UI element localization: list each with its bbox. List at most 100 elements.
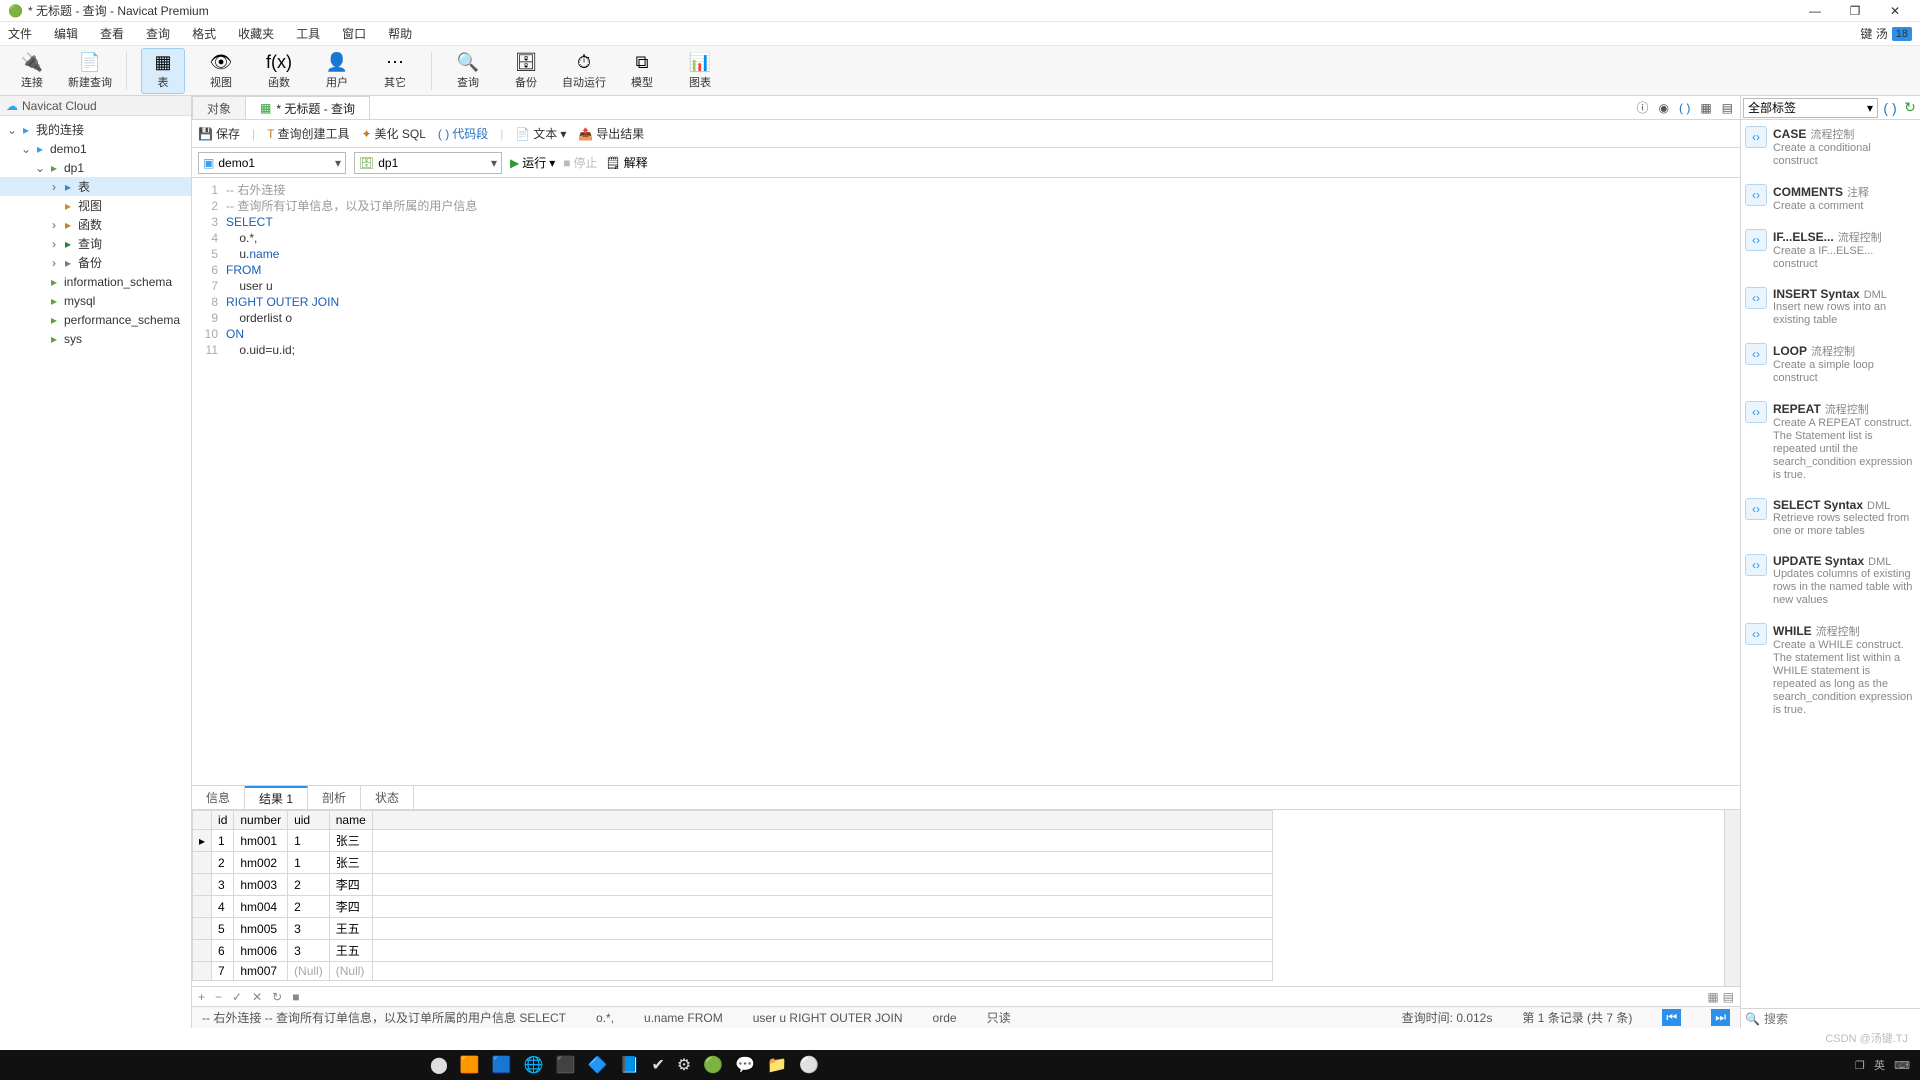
menu-6[interactable]: 工具 [296,25,320,42]
nav-last-icon[interactable]: ⏭ [1711,1009,1730,1026]
tree-我的连接[interactable]: ⌄▸我的连接 [0,120,191,139]
grid-view-icon[interactable]: ▦ [1707,990,1718,1004]
taskbar-app-icon[interactable]: ⬤ [430,1055,448,1075]
tree-sys[interactable]: ▸sys [0,329,191,348]
tree-performance_schema[interactable]: ▸performance_schema [0,310,191,329]
grid-toolbar: + − ✓ ✕ ↻ ■ ▦ ▤ [192,986,1740,1006]
snippet-IF...ELSE...[interactable]: ‹›IF...ELSE...流程控制Create a IF...ELSE... … [1741,223,1920,281]
info-icon[interactable]: ⓘ [1636,99,1648,116]
account-label[interactable]: 键 汤 [1860,25,1887,42]
stop-icon[interactable]: ■ [292,990,299,1004]
stop-button[interactable]: ■ 停止 [563,154,597,171]
tree-information_schema[interactable]: ▸information_schema [0,272,191,291]
snippet-add-icon[interactable]: ( ) [1880,100,1900,116]
nav-first-icon[interactable]: ⏮ [1662,1009,1681,1026]
text-button[interactable]: 📄 文本 ▾ [515,125,566,142]
search-input[interactable] [1764,1012,1919,1026]
snippet-INSERT Syntax[interactable]: ‹›INSERT SyntaxDMLInsert new rows into a… [1741,281,1920,337]
menu-4[interactable]: 格式 [192,25,216,42]
result-grid[interactable]: idnumberuidname▸1hm0011张三2hm0021张三3hm003… [192,810,1724,986]
snippet-CASE[interactable]: ‹›CASE流程控制Create a conditional construct [1741,120,1920,178]
menu-0[interactable]: 文件 [8,25,32,42]
snippet-WHILE[interactable]: ‹›WHILE流程控制Create a WHILE construct. The… [1741,617,1920,727]
add-row-icon[interactable]: + [198,990,205,1004]
tool-视图[interactable]: 👁视图 [199,48,243,94]
apply-icon[interactable]: ✓ [232,990,242,1004]
tool-用户[interactable]: 👤用户 [315,48,359,94]
query-builder-button[interactable]: T 查询创建工具 [267,125,349,142]
status-bar: -- 右外连接 -- 查询所有订单信息，以及订单所属的用户信息 SELECT o… [192,1006,1740,1028]
tree-备份[interactable]: ›▸备份 [0,253,191,272]
snippet-SELECT Syntax[interactable]: ‹›SELECT SyntaxDMLRetrieve rows selected… [1741,492,1920,548]
snippet-button[interactable]: ( ) 代码段 [438,125,488,142]
braces-icon[interactable]: ( ) [1679,101,1690,115]
snippet-search[interactable]: 🔍 [1741,1008,1920,1028]
result-tab-0[interactable]: 信息 [192,786,245,809]
result-tab-1[interactable]: 结果 1 [245,786,308,809]
snippet-filter-combo[interactable]: 全部标签▾ [1743,98,1878,118]
maximize-button[interactable]: ❐ [1844,4,1866,18]
menu-bar: 文件 编辑 查看 查询 格式 收藏夹 工具 窗口 帮助 键 汤 18 [0,22,1920,46]
run-button[interactable]: ▶ 运行 ▾ [510,154,555,171]
tool-连接[interactable]: 🔌连接 [10,48,54,94]
grid-icon[interactable]: ▦ [1700,101,1711,115]
tree-dp1[interactable]: ⌄▸dp1 [0,158,191,177]
menu-8[interactable]: 帮助 [388,25,412,42]
tree-表[interactable]: ›▸表 [0,177,191,196]
tool-新建查询[interactable]: 📄新建查询 [68,48,112,94]
snippet-refresh-icon[interactable]: ↻ [1900,99,1920,116]
scrollbar[interactable] [1724,810,1740,986]
main-area: 对象 ▦* 无标题 - 查询 ⓘ ◉ ( ) ▦ ▤ 💾 保存 | T 查询创建… [192,96,1740,1028]
navicat-cloud-header[interactable]: ☁Navicat Cloud [0,96,191,116]
tool-备份[interactable]: 🗄备份 [504,48,548,94]
cancel-icon[interactable]: ✕ [252,990,262,1004]
search-icon: 🔍 [1745,1012,1760,1026]
save-button[interactable]: 💾 保存 [198,125,240,142]
tool-表[interactable]: ▦表 [141,48,185,94]
tree-函数[interactable]: ›▸函数 [0,215,191,234]
snippet-REPEAT[interactable]: ‹›REPEAT流程控制Create A REPEAT construct. T… [1741,395,1920,492]
app-icon: 🟢 [8,4,22,18]
delete-row-icon[interactable]: − [215,990,222,1004]
beautify-button[interactable]: ✦ 美化 SQL [361,125,425,142]
refresh-icon[interactable]: ↻ [272,990,282,1004]
preview-icon[interactable]: ◉ [1659,101,1669,115]
sql-editor[interactable]: 1234567891011 -- 右外连接 -- 查询所有订单信息，以及订单所属… [192,178,1740,785]
tool-图表[interactable]: 📊图表 [678,48,722,94]
menu-3[interactable]: 查询 [146,25,170,42]
menu-5[interactable]: 收藏夹 [238,25,274,42]
notification-badge[interactable]: 18 [1892,27,1912,41]
close-button[interactable]: ✕ [1884,4,1906,18]
explain-button[interactable]: 🗒 解释 [606,154,648,171]
connection-combo[interactable]: ▣demo1▾ [198,152,346,174]
menu-1[interactable]: 编辑 [54,25,78,42]
tool-查询[interactable]: 🔍查询 [446,48,490,94]
minimize-button[interactable]: — [1804,4,1826,18]
tool-模型[interactable]: ⧉模型 [620,48,664,94]
tool-函数[interactable]: f(x)函数 [257,48,301,94]
snippet-COMMENTS[interactable]: ‹›COMMENTS注释Create a comment [1741,178,1920,223]
snippet-LOOP[interactable]: ‹›LOOP流程控制Create a simple loop construct [1741,337,1920,395]
tab-objects[interactable]: 对象 [192,96,246,119]
export-button[interactable]: 📤 导出结果 [578,125,644,142]
result-tab-2[interactable]: 剖析 [308,786,361,809]
snippet-pane: 全部标签▾ ( ) ↻ ‹›CASE流程控制Create a condition… [1740,96,1920,1028]
list-icon[interactable]: ▤ [1722,101,1733,115]
windows-taskbar[interactable]: ⬤ 🟧 🟦 🌐 ⬛ 🔷 📘 ✔ ⚙ 🟢 💬 📁 ⚪ ❐ 英 ⌨ [0,1050,1920,1080]
main-toolbar: 🔌连接 📄新建查询 ▦表 👁视图 f(x)函数 👤用户 ⋯其它 🔍查询 🗄备份 ⏱自动运行 ⧉模型 📊… [0,46,1920,96]
tree-查询[interactable]: ›▸查询 [0,234,191,253]
menu-2[interactable]: 查看 [100,25,124,42]
result-tabs: 信息结果 1剖析状态 [192,786,1740,810]
tool-自动运行[interactable]: ⏱自动运行 [562,48,606,94]
tree-demo1[interactable]: ⌄▸demo1 [0,139,191,158]
menu-7[interactable]: 窗口 [342,25,366,42]
tree-mysql[interactable]: ▸mysql [0,291,191,310]
connection-tree[interactable]: ⌄▸我的连接⌄▸demo1⌄▸dp1›▸表▸视图›▸函数›▸查询›▸备份▸inf… [0,116,191,1028]
tool-其它[interactable]: ⋯其它 [373,48,417,94]
tab-query[interactable]: ▦* 无标题 - 查询 [245,96,370,119]
result-tab-3[interactable]: 状态 [361,786,414,809]
database-combo[interactable]: 🗄dp1▾ [354,152,502,174]
form-view-icon[interactable]: ▤ [1723,990,1734,1004]
tree-视图[interactable]: ▸视图 [0,196,191,215]
snippet-UPDATE Syntax[interactable]: ‹›UPDATE SyntaxDMLUpdates columns of exi… [1741,548,1920,617]
